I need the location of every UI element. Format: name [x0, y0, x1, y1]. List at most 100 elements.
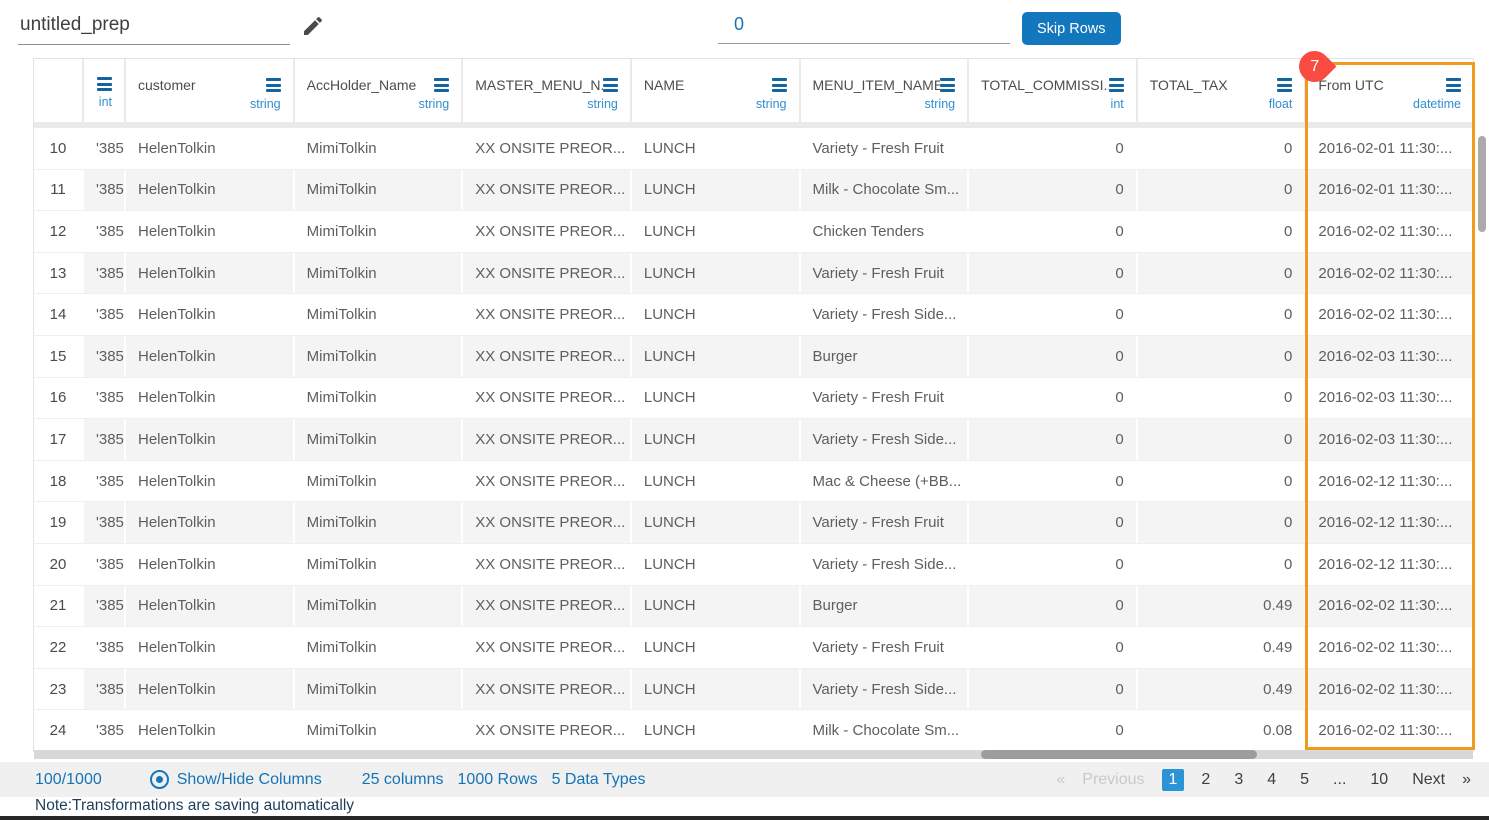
table-cell: '385 [84, 128, 124, 169]
horizontal-scrollbar-thumb[interactable] [981, 750, 1257, 759]
dataset-summary: 25 columns 1000 Rows 5 Data Types [362, 771, 646, 789]
next-page-arrow[interactable]: » [1462, 771, 1471, 789]
table-cell: HelenTolkin [126, 586, 293, 627]
table-cell: 0 [1138, 170, 1305, 211]
column-type-label: int [981, 97, 1124, 111]
column-header-top: MASTER_MENU_N... [475, 77, 618, 93]
page-button-5[interactable]: 5 [1293, 769, 1316, 791]
table-cell: 2016-02-03 11:30:... [1306, 419, 1473, 460]
table-cell: 0.49 [1138, 669, 1305, 710]
table-cell: LUNCH [632, 336, 799, 377]
table-cell: 0.49 [1138, 627, 1305, 668]
column-header-AccHolder_Name[interactable]: AccHolder_Namestring [295, 59, 462, 122]
column-name: NAME [644, 77, 684, 93]
table-row: 19'385HelenTolkinMimiTolkinXX ONSITE PRE… [34, 502, 1473, 544]
table-cell: XX ONSITE PREOR... [463, 710, 630, 751]
table-cell: XX ONSITE PREOR... [463, 502, 630, 543]
pagination: «Previous12345...10Next» [1056, 769, 1471, 791]
table-cell: LUNCH [632, 170, 799, 211]
table-cell: 0 [1138, 253, 1305, 294]
table-cell: 0 [969, 419, 1136, 460]
column-menu-icon[interactable] [772, 78, 787, 92]
column-header-customer[interactable]: customerstring [126, 59, 293, 122]
table-cell: HelenTolkin [126, 502, 293, 543]
table-cell: XX ONSITE PREOR... [463, 378, 630, 419]
table-cell: 2016-02-01 11:30:... [1306, 128, 1473, 169]
table-cell: '385 [84, 211, 124, 252]
column-type-label: string [138, 97, 281, 111]
table-row: 23'385HelenTolkinMimiTolkinXX ONSITE PRE… [34, 669, 1473, 711]
data-grid: intcustomerstringAccHolder_NamestringMAS… [33, 58, 1474, 752]
table-row: 18'385HelenTolkinMimiTolkinXX ONSITE PRE… [34, 461, 1473, 503]
column-header-top: From UTC [1318, 77, 1461, 93]
column-type-label: string [813, 97, 956, 111]
prep-title-input[interactable] [18, 12, 290, 45]
table-cell: 0 [969, 170, 1136, 211]
column-menu-icon[interactable] [97, 77, 112, 91]
rows-count: 1000 Rows [458, 771, 538, 789]
visible-rows-fraction: 100/1000 [35, 771, 102, 789]
table-row: 17'385HelenTolkinMimiTolkinXX ONSITE PRE… [34, 419, 1473, 461]
table-cell: LUNCH [632, 211, 799, 252]
table-cell: LUNCH [632, 502, 799, 543]
horizontal-scrollbar[interactable] [34, 750, 1473, 759]
previous-page-button[interactable]: Previous [1075, 769, 1151, 791]
previous-page-arrow[interactable]: « [1056, 771, 1065, 789]
table-cell: Variety - Fresh Fruit [801, 502, 968, 543]
table-cell: LUNCH [632, 419, 799, 460]
page-button-1[interactable]: 1 [1162, 769, 1185, 791]
table-cell: 0 [969, 502, 1136, 543]
table-cell: HelenTolkin [126, 128, 293, 169]
table-cell: 0 [1138, 294, 1305, 335]
table-cell: '385 [84, 502, 124, 543]
table-cell: MimiTolkin [295, 586, 462, 627]
column-menu-icon[interactable] [603, 78, 618, 92]
column-menu-icon[interactable] [1109, 78, 1124, 92]
table-cell: MimiTolkin [295, 669, 462, 710]
column-header-top: AccHolder_Name [307, 77, 450, 93]
column-header-TOTAL_TAX[interactable]: TOTAL_TAXfloat [1138, 59, 1305, 122]
table-cell: LUNCH [632, 669, 799, 710]
table-cell: 0 [1138, 461, 1305, 502]
badge-count: 7 [1310, 58, 1319, 76]
column-header-MENU_ITEM_NAME[interactable]: MENU_ITEM_NAMEstring [801, 59, 968, 122]
column-menu-icon[interactable] [940, 78, 955, 92]
table-cell: '385 [84, 627, 124, 668]
edit-title-button[interactable] [300, 14, 326, 40]
show-hide-columns-button[interactable]: Show/Hide Columns [150, 770, 322, 789]
page-button-2[interactable]: 2 [1194, 769, 1217, 791]
row-number: 16 [34, 378, 82, 419]
table-cell: 2016-02-02 11:30:... [1306, 586, 1473, 627]
column-name: From UTC [1318, 77, 1383, 93]
table-cell: HelenTolkin [126, 378, 293, 419]
table-row: 14'385HelenTolkinMimiTolkinXX ONSITE PRE… [34, 294, 1473, 336]
column-header-NAME[interactable]: NAME string [632, 59, 799, 122]
table-cell: 0 [969, 211, 1136, 252]
next-page-button[interactable]: Next [1405, 769, 1452, 791]
page-button-4[interactable]: 4 [1260, 769, 1283, 791]
skip-rows-input[interactable] [718, 12, 1010, 44]
page-button-10[interactable]: 10 [1363, 769, 1395, 791]
table-cell: MimiTolkin [295, 461, 462, 502]
skip-rows-button[interactable]: Skip Rows [1022, 12, 1121, 45]
column-header-TOTAL_COMMISSI...[interactable]: TOTAL_COMMISSI...int [969, 59, 1136, 122]
column-menu-icon[interactable] [1277, 78, 1292, 92]
column-menu-icon[interactable] [266, 78, 281, 92]
page-button-3[interactable]: 3 [1227, 769, 1250, 791]
column-type-label: string [644, 97, 787, 111]
table-cell: HelenTolkin [126, 336, 293, 377]
table-cell: Variety - Fresh Side... [801, 544, 968, 585]
column-header-MASTER_MENU_N...[interactable]: MASTER_MENU_N...string [463, 59, 630, 122]
table-cell: 2016-02-02 11:30:... [1306, 294, 1473, 335]
table-cell: 2016-02-01 11:30:... [1306, 170, 1473, 211]
table-cell: 0.49 [1138, 586, 1305, 627]
vertical-scrollbar-thumb[interactable] [1478, 136, 1486, 232]
column-type-label: string [475, 97, 618, 111]
table-cell: 0 [969, 544, 1136, 585]
table-cell: '385 [84, 544, 124, 585]
column-header-unnamed[interactable]: int [84, 59, 124, 122]
autosave-note: Note:Transformations are saving automati… [35, 797, 354, 815]
column-menu-icon[interactable] [434, 78, 449, 92]
column-menu-icon[interactable] [1446, 78, 1461, 92]
pencil-icon [301, 14, 325, 38]
